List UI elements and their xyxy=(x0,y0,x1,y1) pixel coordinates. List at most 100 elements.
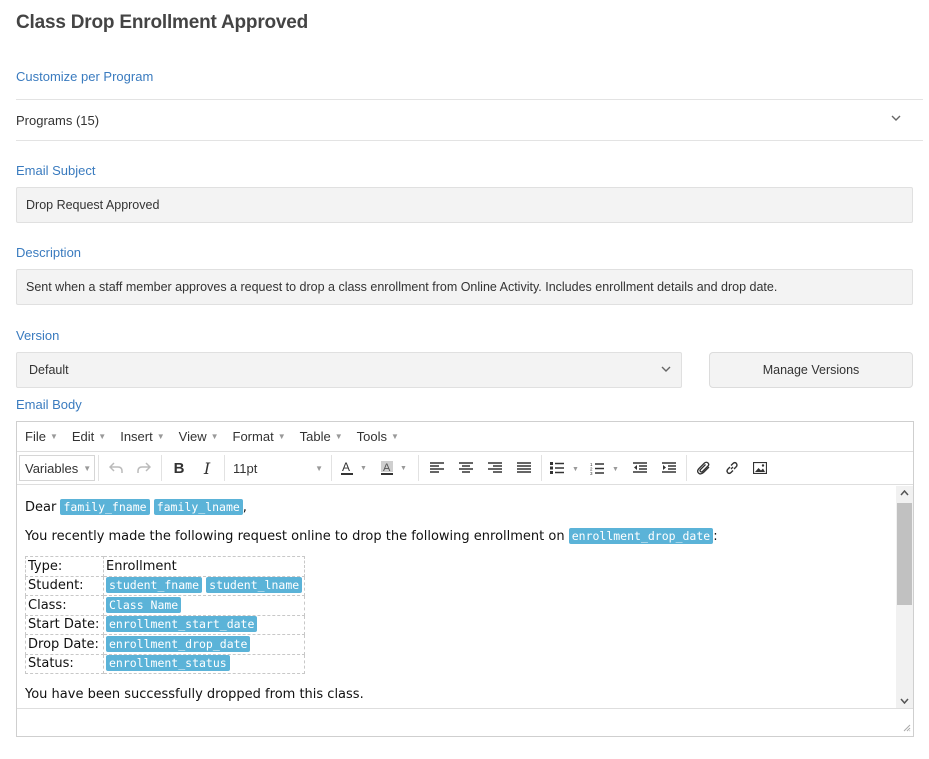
table-cell-value: enrollment_drop_date xyxy=(102,634,306,655)
enrollment-details-table: Type: Enrollment Student: student_fname … xyxy=(25,556,306,674)
editor-statusbar xyxy=(17,708,913,736)
merge-tag-student-lname[interactable]: student_lname xyxy=(206,577,303,594)
greeting-line: Dear family_fname family_lname, xyxy=(25,499,247,515)
rich-text-editor: File ▼ Edit ▼ Insert ▼ View ▼ Format ▼ Table ▼… xyxy=(16,421,914,737)
caret-down-icon: ▼ xyxy=(156,432,165,441)
scroll-up-icon[interactable] xyxy=(896,488,913,498)
italic-icon[interactable]: I xyxy=(193,455,221,481)
resize-handle-icon[interactable] xyxy=(903,724,911,735)
version-select[interactable]: Default xyxy=(16,352,682,388)
email-subject-label: Email Subject xyxy=(16,163,96,178)
editor-toolbar: Variables ▼ B I 11pt ▼ A ▼ A ▼ ▼ 1 2 3 ▼ xyxy=(17,452,913,485)
table-cell-label: Status: xyxy=(25,653,104,674)
caret-down-icon: ▼ xyxy=(98,432,107,441)
menu-view[interactable]: View ▼ xyxy=(179,429,219,444)
editor-scrollbar[interactable] xyxy=(896,486,913,708)
merge-tag-student-fname[interactable]: student_fname xyxy=(106,577,203,594)
menu-tools[interactable]: Tools ▼ xyxy=(357,429,399,444)
svg-text:A: A xyxy=(383,462,391,474)
chevron-down-icon xyxy=(891,110,901,125)
table-cell-label: Student: xyxy=(25,575,104,596)
menu-table[interactable]: Table ▼ xyxy=(300,429,343,444)
indent-icon[interactable] xyxy=(654,455,683,481)
numbered-list-icon[interactable]: 1 2 3 ▼ xyxy=(585,455,625,481)
menu-edit[interactable]: Edit ▼ xyxy=(72,429,106,444)
editor-menubar: File ▼ Edit ▼ Insert ▼ View ▼ Format ▼ Table ▼… xyxy=(17,422,913,452)
toolbar-divider xyxy=(331,455,332,481)
table-row: Type: Enrollment xyxy=(25,556,306,577)
email-body-label: Email Body xyxy=(16,397,82,412)
menu-format[interactable]: Format ▼ xyxy=(233,429,286,444)
scroll-down-icon[interactable] xyxy=(896,696,913,706)
programs-accordion[interactable]: Programs (15) xyxy=(16,99,923,141)
align-left-icon[interactable] xyxy=(422,455,451,481)
align-center-icon[interactable] xyxy=(451,455,480,481)
svg-text:3: 3 xyxy=(590,471,593,475)
customize-per-program-label: Customize per Program xyxy=(16,69,154,84)
svg-text:▼: ▼ xyxy=(612,466,619,473)
intro-line: You recently made the following request … xyxy=(25,528,718,544)
description-label: Description xyxy=(16,245,82,260)
bold-icon[interactable]: B xyxy=(165,455,193,481)
closing-line: You have been successfully dropped from … xyxy=(25,687,364,702)
svg-text:A: A xyxy=(342,460,350,474)
table-cell-value: Class Name xyxy=(102,595,306,616)
align-justify-icon[interactable] xyxy=(509,455,538,481)
link-icon[interactable] xyxy=(718,455,746,481)
menu-file[interactable]: File ▼ xyxy=(25,429,58,444)
table-cell-value: enrollment_status xyxy=(102,653,306,674)
chevron-down-icon xyxy=(661,362,671,376)
variables-dropdown[interactable]: Variables ▼ xyxy=(19,455,95,481)
table-cell-value: student_fname student_lname xyxy=(102,575,306,596)
table-row: Class: Class Name xyxy=(25,595,306,616)
table-row: Status: enrollment_status xyxy=(25,653,306,674)
redo-icon[interactable] xyxy=(130,455,158,481)
manage-versions-button[interactable]: Manage Versions xyxy=(709,352,913,388)
email-subject-field[interactable]: Drop Request Approved xyxy=(16,187,913,223)
merge-tag-enrollment-status[interactable]: enrollment_status xyxy=(106,655,230,672)
toolbar-divider xyxy=(161,455,162,481)
svg-text:▼: ▼ xyxy=(400,465,407,472)
merge-tag-enrollment-drop-date[interactable]: enrollment_drop_date xyxy=(568,528,714,544)
toolbar-divider xyxy=(98,455,99,481)
toolbar-divider xyxy=(224,455,225,481)
caret-down-icon: ▼ xyxy=(315,463,323,473)
scrollbar-thumb[interactable] xyxy=(897,503,912,605)
merge-tag-family-lname[interactable]: family_lname xyxy=(153,499,243,515)
image-icon[interactable] xyxy=(746,455,774,481)
merge-tag-family-fname[interactable]: family_fname xyxy=(60,499,150,515)
programs-label: Programs (15) xyxy=(16,113,100,128)
table-row: Student: student_fname student_lname xyxy=(25,575,306,596)
editor-content-area[interactable]: Dear family_fname family_lname, You rece… xyxy=(17,486,897,708)
version-selected-value: Default xyxy=(29,363,69,377)
table-cell-value: enrollment_start_date xyxy=(102,614,306,635)
toolbar-divider xyxy=(541,455,542,481)
table-cell-label: Type: xyxy=(25,556,104,577)
toolbar-divider xyxy=(418,455,419,481)
table-cell-value: Enrollment xyxy=(102,556,306,577)
caret-down-icon: ▼ xyxy=(83,463,92,473)
caret-down-icon: ▼ xyxy=(277,432,286,441)
align-right-icon[interactable] xyxy=(480,455,509,481)
merge-tag-class-name[interactable]: Class Name xyxy=(106,596,182,613)
font-size-dropdown[interactable]: 11pt ▼ xyxy=(228,455,328,481)
description-field[interactable]: Sent when a staff member approves a requ… xyxy=(16,269,913,305)
caret-down-icon: ▼ xyxy=(210,432,219,441)
merge-tag-enrollment-start-date[interactable]: enrollment_start_date xyxy=(106,616,258,633)
table-cell-label: Drop Date: xyxy=(25,634,104,655)
caret-down-icon: ▼ xyxy=(49,432,58,441)
version-label: Version xyxy=(16,328,60,343)
text-color-icon[interactable]: A ▼ xyxy=(335,455,375,481)
caret-down-icon: ▼ xyxy=(390,432,399,441)
background-color-icon[interactable]: A ▼ xyxy=(375,455,415,481)
outdent-icon[interactable] xyxy=(625,455,654,481)
bullet-list-icon[interactable]: ▼ xyxy=(545,455,585,481)
svg-text:▼: ▼ xyxy=(360,465,367,472)
toolbar-divider xyxy=(686,455,687,481)
table-row: Start Date: enrollment_start_date xyxy=(25,614,306,635)
table-cell-label: Class: xyxy=(25,595,104,616)
merge-tag-enrollment-drop-date[interactable]: enrollment_drop_date xyxy=(106,635,251,652)
undo-icon[interactable] xyxy=(102,455,130,481)
menu-insert[interactable]: Insert ▼ xyxy=(120,429,164,444)
attachment-icon[interactable] xyxy=(690,455,718,481)
